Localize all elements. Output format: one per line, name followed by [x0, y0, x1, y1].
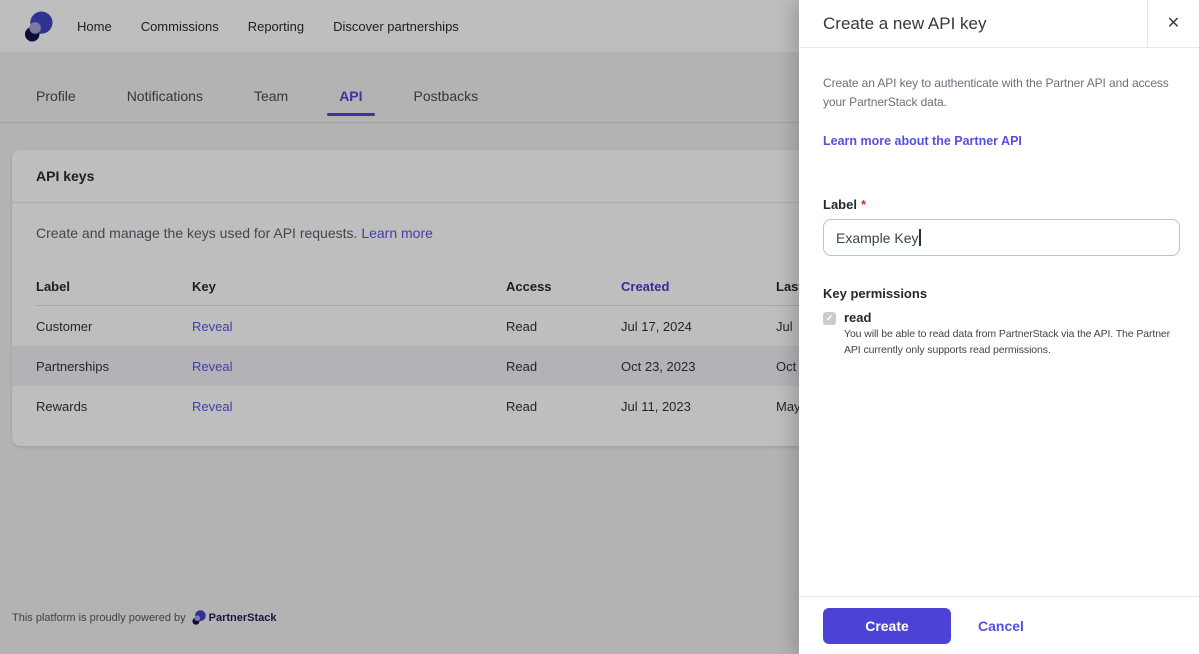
read-label: read [844, 310, 1180, 325]
close-icon: ✕ [1167, 16, 1180, 32]
create-button[interactable]: Create [823, 608, 951, 644]
cancel-link[interactable]: Cancel [978, 618, 1024, 634]
label-input-value: Example Key [836, 230, 918, 246]
checkmark-icon: ✓ [826, 314, 834, 323]
read-permission-text: read You will be able to read data from … [844, 310, 1180, 357]
app: Home Commissions Reporting Discover part… [0, 0, 1199, 654]
label-field-label: Label * [823, 197, 1180, 212]
key-permissions-title: Key permissions [823, 286, 1180, 301]
read-checkbox[interactable]: ✓ [823, 312, 836, 325]
close-button[interactable]: ✕ [1147, 0, 1199, 47]
drawer-title: Create a new API key [799, 0, 1147, 47]
partner-api-link[interactable]: Learn more about the Partner API [823, 134, 1022, 148]
drawer-description: Create an API key to authenticate with t… [823, 74, 1180, 112]
read-description: You will be able to read data from Partn… [844, 327, 1180, 357]
drawer-footer: Create Cancel [799, 596, 1199, 654]
drawer-body: Create an API key to authenticate with t… [799, 48, 1199, 596]
label-input[interactable]: Example Key [823, 219, 1180, 256]
drawer-header: Create a new API key ✕ [799, 0, 1199, 48]
text-caret [919, 229, 921, 246]
label-text: Label [823, 197, 857, 212]
read-permission-row: ✓ read You will be able to read data fro… [823, 310, 1180, 357]
create-api-key-drawer: Create a new API key ✕ Create an API key… [799, 0, 1199, 654]
required-asterisk: * [861, 197, 866, 212]
